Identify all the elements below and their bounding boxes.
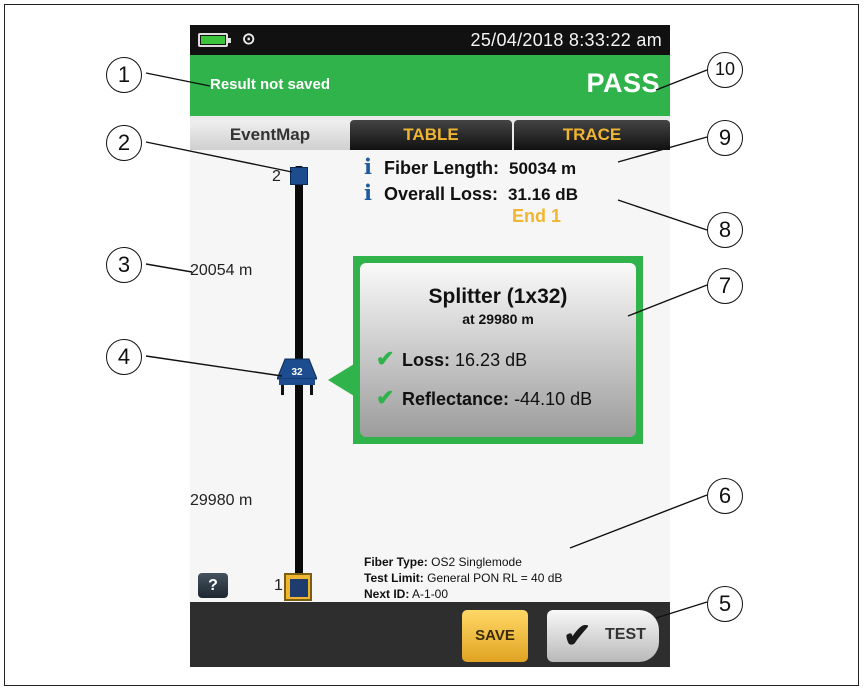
- callout-9: 9: [707, 120, 743, 156]
- callout-7: 7: [707, 268, 743, 304]
- callout-6: 6: [707, 478, 743, 514]
- callout-3: 3: [106, 247, 142, 283]
- callout-4: 4: [106, 339, 142, 375]
- callout-8: 8: [707, 212, 743, 248]
- callout-2: 2: [106, 125, 142, 161]
- callout-10: 10: [707, 52, 743, 88]
- callout-5: 5: [707, 586, 743, 622]
- callout-1: 1: [106, 57, 142, 93]
